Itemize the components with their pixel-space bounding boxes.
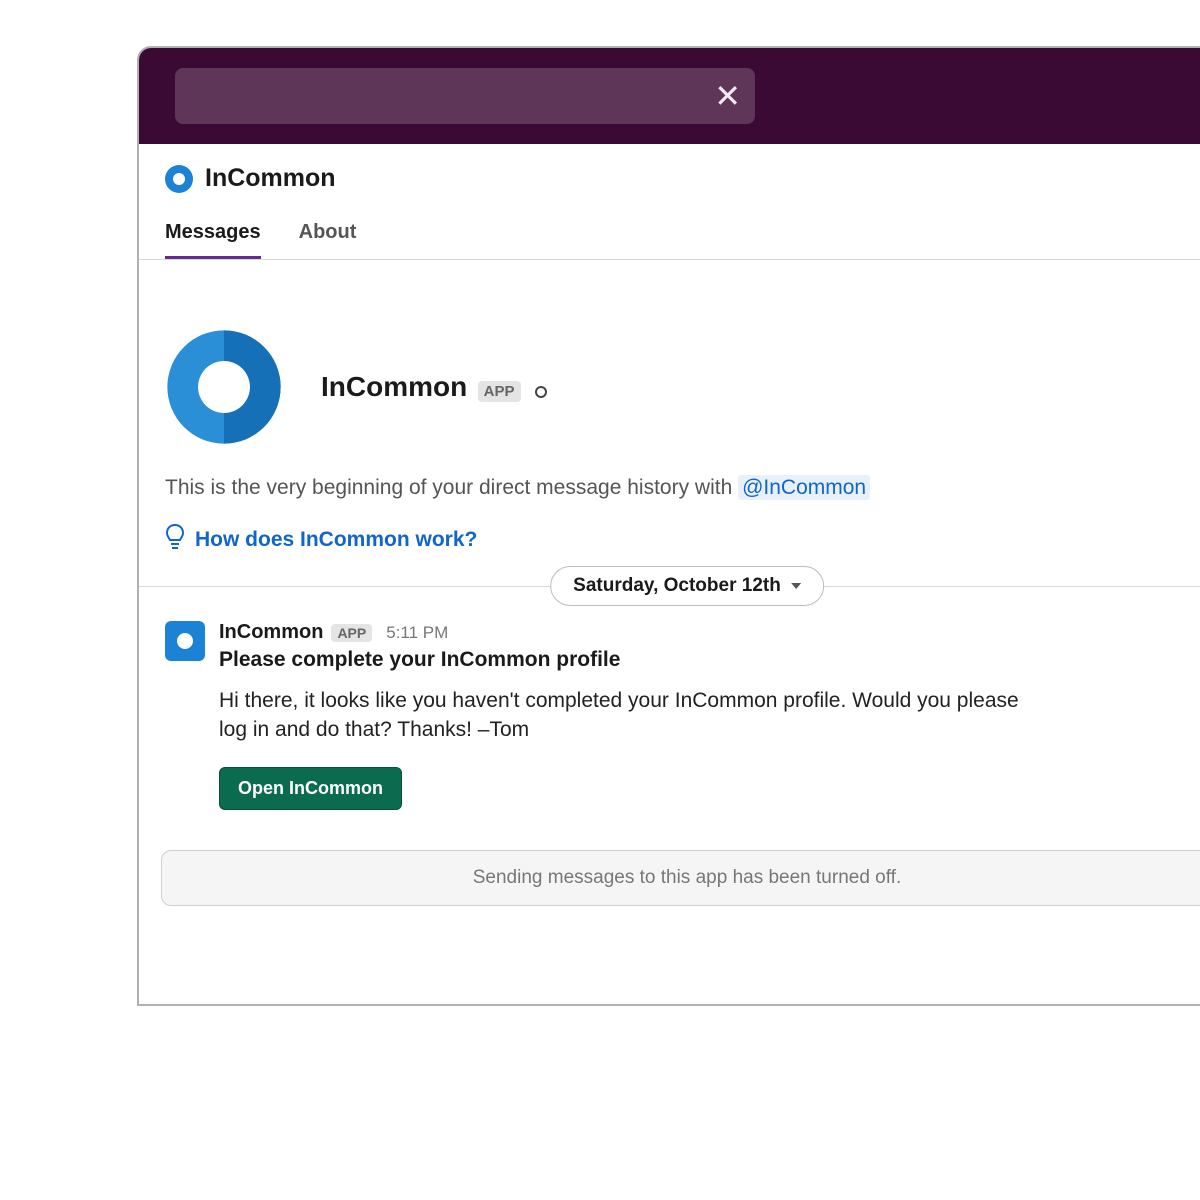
composer-disabled: Sending messages to this app has been tu… bbox=[161, 850, 1200, 906]
app-window: ✕ InCommon Messages About bbox=[137, 46, 1200, 1006]
app-badge: APP bbox=[478, 381, 521, 402]
help-link[interactable]: How does InCommon work? bbox=[165, 524, 1200, 556]
tab-messages[interactable]: Messages bbox=[165, 221, 261, 259]
chevron-down-icon bbox=[791, 583, 801, 589]
intro-history-text: This is the very beginning of your direc… bbox=[165, 476, 1200, 500]
date-divider-label: Saturday, October 12th bbox=[573, 575, 781, 597]
titlebar: ✕ bbox=[139, 48, 1200, 144]
message: InCommon APP 5:11 PM Please complete you… bbox=[139, 587, 1200, 810]
message-avatar-icon bbox=[165, 621, 205, 661]
message-body: Hi there, it looks like you haven't comp… bbox=[219, 686, 1039, 745]
message-title: Please complete your InCommon profile bbox=[219, 648, 1200, 672]
app-header: InCommon Messages About bbox=[139, 144, 1200, 260]
lightbulb-icon bbox=[165, 524, 185, 556]
open-incommon-button[interactable]: Open InCommon bbox=[219, 767, 402, 810]
tabs: Messages About bbox=[165, 221, 1200, 259]
message-author: InCommon bbox=[219, 621, 323, 644]
close-icon[interactable]: ✕ bbox=[714, 80, 741, 112]
help-link-label: How does InCommon work? bbox=[195, 528, 477, 552]
app-logo-icon bbox=[165, 165, 193, 193]
message-timestamp: 5:11 PM bbox=[386, 623, 448, 643]
intro-history-prefix: This is the very beginning of your direc… bbox=[165, 476, 738, 499]
message-app-badge: APP bbox=[331, 624, 372, 642]
search-bar[interactable]: ✕ bbox=[175, 68, 755, 124]
intro-app-name: InCommon bbox=[321, 371, 467, 402]
tab-about[interactable]: About bbox=[299, 221, 357, 259]
app-title: InCommon bbox=[205, 164, 336, 193]
date-divider[interactable]: Saturday, October 12th bbox=[550, 566, 824, 606]
mention-link[interactable]: @InCommon bbox=[738, 475, 870, 500]
presence-indicator-icon bbox=[535, 386, 547, 398]
app-large-logo-icon bbox=[165, 328, 283, 446]
intro-section: InCommon APP This is the very beginning … bbox=[139, 260, 1200, 587]
composer-notice: Sending messages to this app has been tu… bbox=[473, 867, 902, 889]
